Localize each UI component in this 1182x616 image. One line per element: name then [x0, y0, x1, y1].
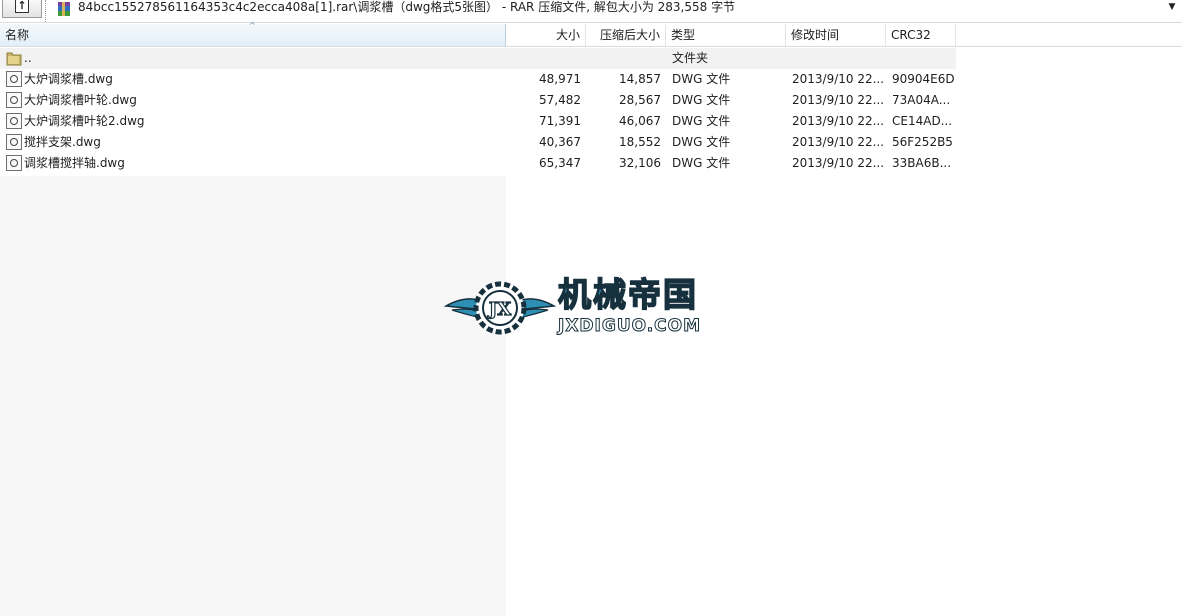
toolbar-separator	[45, 0, 48, 22]
rar-archive-icon	[58, 2, 70, 16]
dwg-file-icon	[6, 113, 22, 129]
file-crc32: 33BA6B...	[892, 156, 952, 170]
file-crc32: 73A04A...	[892, 93, 951, 107]
file-row[interactable]: 大炉调浆槽叶轮.dwg 57,482 28,567 DWG 文件 2013/9/…	[0, 90, 1182, 111]
file-modified: 2013/9/10 22...	[792, 72, 885, 86]
file-row[interactable]: 大炉调浆槽叶轮2.dwg 71,391 46,067 DWG 文件 2013/9…	[0, 111, 1182, 132]
watermark-url: JXDIGUO.COM	[557, 316, 702, 337]
chevron-down-icon[interactable]: ▼	[1163, 0, 1181, 16]
file-crc32: CE14AD...	[892, 114, 953, 128]
column-type[interactable]: 类型	[666, 24, 786, 46]
file-row[interactable]: 调浆槽搅拌轴.dwg 65,347 32,106 DWG 文件 2013/9/1…	[0, 153, 1182, 174]
file-type: DWG 文件	[672, 114, 731, 128]
file-name: 大炉调浆槽叶轮2.dwg	[24, 114, 145, 128]
parent-folder-name-cell: ..	[6, 48, 506, 69]
file-packed-size: 28,567	[619, 93, 661, 107]
file-row[interactable]: 搅拌支架.dwg 40,367 18,552 DWG 文件 2013/9/10 …	[0, 132, 1182, 153]
column-crc32-label: CRC32	[891, 28, 931, 42]
file-name: 大炉调浆槽叶轮.dwg	[24, 93, 137, 107]
column-modified-label: 修改时间	[791, 28, 840, 42]
up-folder-button[interactable]: ↑	[2, 0, 42, 18]
file-name: 搅拌支架.dwg	[24, 135, 101, 149]
file-packed-size: 18,552	[619, 135, 661, 149]
column-name-label: 名称	[5, 28, 30, 42]
file-size: 71,391	[539, 114, 581, 128]
column-header: 名称 ^ 大小 压缩后大小 类型 修改时间 CRC32	[0, 21, 1182, 47]
file-modified: 2013/9/10 22...	[792, 93, 885, 107]
up-folder-icon: ↑	[15, 0, 29, 13]
parent-folder-type: 文件夹	[672, 51, 709, 65]
dwg-file-icon	[6, 92, 22, 108]
file-list: .. 文件夹 大炉调浆槽.dwg 48,971 14,857 DWG 文件 20…	[0, 48, 1182, 174]
column-packed-size[interactable]: 压缩后大小	[586, 24, 666, 46]
emblem-text: JX	[487, 299, 512, 320]
column-name[interactable]: 名称 ^	[0, 21, 506, 46]
file-packed-size: 32,106	[619, 156, 661, 170]
sort-ascending-icon: ^	[249, 21, 256, 30]
dwg-file-icon	[6, 134, 22, 150]
column-size[interactable]: 大小	[506, 24, 586, 46]
file-modified: 2013/9/10 22...	[792, 114, 885, 128]
left-pane-background	[0, 176, 506, 616]
file-size: 65,347	[539, 156, 581, 170]
file-modified: 2013/9/10 22...	[792, 156, 885, 170]
file-type: DWG 文件	[672, 72, 731, 86]
address-bar: ↑ 84bcc155278561164353c4c2ecca408a[1].ra…	[0, 0, 1182, 23]
file-size: 48,971	[539, 72, 581, 86]
file-size: 57,482	[539, 93, 581, 107]
parent-folder-label: ..	[24, 51, 32, 65]
file-type: DWG 文件	[672, 93, 731, 107]
column-type-label: 类型	[671, 28, 696, 42]
file-packed-size: 46,067	[619, 114, 661, 128]
dwg-file-icon	[6, 71, 22, 87]
column-size-label: 大小	[555, 28, 580, 42]
archive-path[interactable]: 84bcc155278561164353c4c2ecca408a[1].rar\…	[78, 0, 735, 14]
file-name: 调浆槽搅拌轴.dwg	[24, 156, 125, 170]
file-row[interactable]: 大炉调浆槽.dwg 48,971 14,857 DWG 文件 2013/9/10…	[0, 69, 1182, 90]
file-type: DWG 文件	[672, 156, 731, 170]
parent-folder-row[interactable]: .. 文件夹	[0, 48, 956, 69]
file-size: 40,367	[539, 135, 581, 149]
file-packed-size: 14,857	[619, 72, 661, 86]
file-crc32: 90904E6D	[892, 72, 955, 86]
watermark-logo: JX 机械帝国 JXDIGUO.COM	[444, 275, 744, 340]
watermark-title: 机械帝国	[557, 275, 698, 315]
file-name: 大炉调浆槽.dwg	[24, 72, 113, 86]
column-modified[interactable]: 修改时间	[786, 24, 886, 46]
file-crc32: 56F252B5	[892, 135, 953, 149]
winged-gear-logo: JX	[444, 281, 556, 335]
folder-icon	[6, 52, 22, 66]
column-packed-size-label: 压缩后大小	[599, 28, 660, 42]
file-type: DWG 文件	[672, 135, 731, 149]
file-modified: 2013/9/10 22...	[792, 135, 885, 149]
column-crc32[interactable]: CRC32	[886, 24, 956, 46]
dwg-file-icon	[6, 155, 22, 171]
